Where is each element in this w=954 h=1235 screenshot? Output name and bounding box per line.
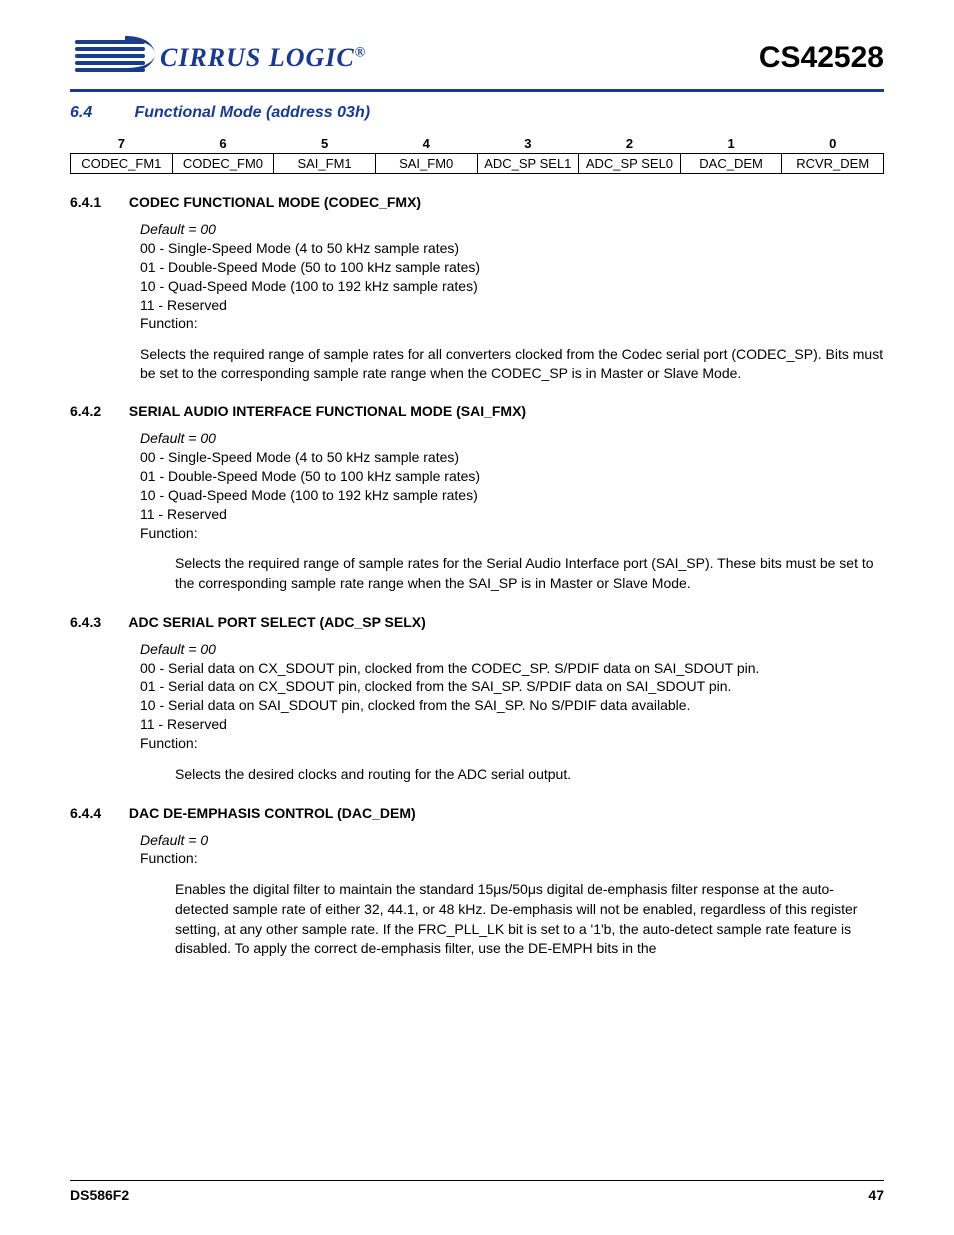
function-label: Function:	[140, 524, 884, 543]
subsection-number: 6.4.3	[70, 614, 125, 630]
bit-name: SAI_FM1	[274, 154, 376, 174]
footer-doc-id: DS586F2	[70, 1187, 129, 1203]
table-row: 7 6 5 4 3 2 1 0	[71, 134, 884, 154]
bit-name: ADC_SP SEL0	[579, 154, 681, 174]
option-line: 11 - Reserved	[140, 296, 884, 315]
logo: CIRRUS LOGIC®	[70, 30, 366, 85]
option-line: 11 - Reserved	[140, 715, 884, 734]
subsection-title: ADC SERIAL PORT SELECT (ADC_SP SELX)	[128, 614, 425, 630]
subsection-heading: 6.4.4 DAC DE-EMPHASIS CONTROL (DAC_DEM)	[70, 805, 884, 821]
bit-num: 4	[375, 134, 477, 154]
option-line: 00 - Single-Speed Mode (4 to 50 kHz samp…	[140, 239, 884, 258]
page-header: CIRRUS LOGIC® CS42528	[70, 30, 884, 92]
function-label: Function:	[140, 849, 884, 868]
bit-name: CODEC_FM0	[172, 154, 274, 174]
bit-name: ADC_SP SEL1	[477, 154, 579, 174]
bit-num: 5	[274, 134, 376, 154]
subsection-number: 6.4.4	[70, 805, 125, 821]
default-value: Default = 00	[140, 640, 884, 659]
bit-name: DAC_DEM	[680, 154, 782, 174]
bit-num: 6	[172, 134, 274, 154]
subsection-heading: 6.4.1 CODEC FUNCTIONAL MODE (CODEC_FMX)	[70, 194, 884, 210]
option-line: 10 - Serial data on SAI_SDOUT pin, clock…	[140, 696, 884, 715]
subsection-641: 6.4.1 CODEC FUNCTIONAL MODE (CODEC_FMX) …	[70, 194, 884, 383]
cirrus-logo-icon	[70, 30, 160, 85]
bit-num: 1	[680, 134, 782, 154]
subsection-644: 6.4.4 DAC DE-EMPHASIS CONTROL (DAC_DEM) …	[70, 805, 884, 959]
logo-text: CIRRUS LOGIC®	[160, 43, 366, 73]
option-line: 10 - Quad-Speed Mode (100 to 192 kHz sam…	[140, 486, 884, 505]
default-value: Default = 00	[140, 220, 884, 239]
bit-name: CODEC_FM1	[71, 154, 173, 174]
default-value: Default = 00	[140, 429, 884, 448]
function-description: Selects the required range of sample rat…	[175, 554, 884, 593]
table-row: CODEC_FM1 CODEC_FM0 SAI_FM1 SAI_FM0 ADC_…	[71, 154, 884, 174]
subsection-title: SERIAL AUDIO INTERFACE FUNCTIONAL MODE (…	[129, 403, 526, 419]
option-line: 10 - Quad-Speed Mode (100 to 192 kHz sam…	[140, 277, 884, 296]
bit-name: SAI_FM0	[375, 154, 477, 174]
option-line: 01 - Serial data on CX_SDOUT pin, clocke…	[140, 677, 884, 696]
section-heading: 6.4 Functional Mode (address 03h)	[70, 104, 884, 122]
option-line: 00 - Single-Speed Mode (4 to 50 kHz samp…	[140, 448, 884, 467]
subsection-number: 6.4.1	[70, 194, 125, 210]
bit-num: 7	[71, 134, 173, 154]
subsection-heading: 6.4.2 SERIAL AUDIO INTERFACE FUNCTIONAL …	[70, 403, 884, 419]
footer-page-number: 47	[868, 1187, 884, 1203]
bit-name: RCVR_DEM	[782, 154, 884, 174]
document-title: CS42528	[759, 41, 884, 75]
subsection-642: 6.4.2 SERIAL AUDIO INTERFACE FUNCTIONAL …	[70, 403, 884, 594]
function-label: Function:	[140, 314, 884, 333]
function-label: Function:	[140, 734, 884, 753]
bit-num: 0	[782, 134, 884, 154]
option-line: 01 - Double-Speed Mode (50 to 100 kHz sa…	[140, 467, 884, 486]
subsection-643: 6.4.3 ADC SERIAL PORT SELECT (ADC_SP SEL…	[70, 614, 884, 785]
page-footer: DS586F2 47	[70, 1180, 884, 1203]
function-description: Selects the desired clocks and routing f…	[175, 765, 884, 785]
register-bit-table: 7 6 5 4 3 2 1 0 CODEC_FM1 CODEC_FM0 SAI_…	[70, 134, 884, 174]
subsection-title: CODEC FUNCTIONAL MODE (CODEC_FMX)	[129, 194, 421, 210]
option-line: 11 - Reserved	[140, 505, 884, 524]
subsection-title: DAC DE-EMPHASIS CONTROL (DAC_DEM)	[129, 805, 416, 821]
option-line: 01 - Double-Speed Mode (50 to 100 kHz sa…	[140, 258, 884, 277]
subsection-heading: 6.4.3 ADC SERIAL PORT SELECT (ADC_SP SEL…	[70, 614, 884, 630]
subsection-number: 6.4.2	[70, 403, 125, 419]
section-title: Functional Mode (address 03h)	[134, 104, 370, 121]
bit-num: 3	[477, 134, 579, 154]
default-value: Default = 0	[140, 831, 884, 850]
option-line: 00 - Serial data on CX_SDOUT pin, clocke…	[140, 659, 884, 678]
bit-num: 2	[579, 134, 681, 154]
function-description: Enables the digital filter to maintain t…	[175, 880, 884, 958]
section-number: 6.4	[70, 104, 130, 122]
function-description: Selects the required range of sample rat…	[140, 345, 884, 383]
